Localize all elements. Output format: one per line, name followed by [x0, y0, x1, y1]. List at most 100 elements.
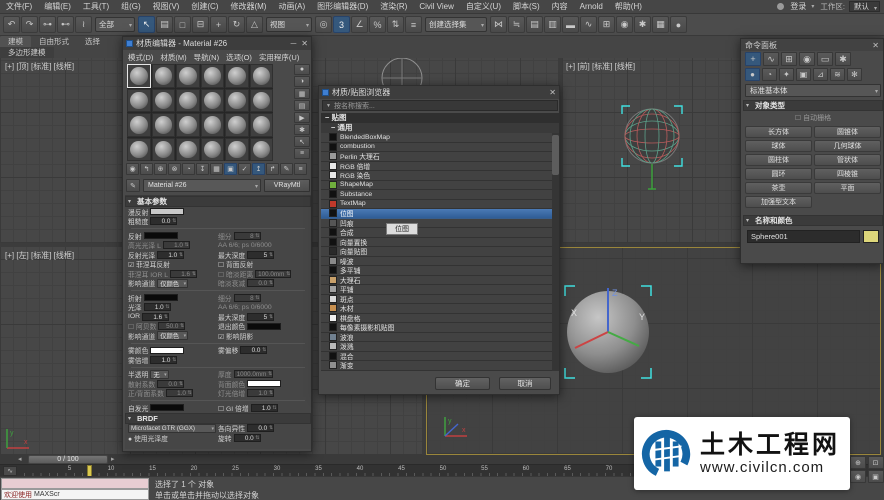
material-sample-slot[interactable]: [127, 64, 151, 88]
ribbon-tab[interactable]: 建模: [0, 36, 31, 47]
primitive-button[interactable]: 圆柱体: [745, 154, 812, 166]
spinner-field[interactable]: 1.6: [170, 270, 197, 278]
select-and-link-icon[interactable]: ⊶: [39, 16, 56, 33]
map-list-item[interactable]: ShapeMap: [321, 181, 552, 191]
material-editor-menu-item[interactable]: 材质(M): [160, 52, 186, 60]
sample-type-icon[interactable]: ●: [294, 64, 310, 75]
material-sample-slot[interactable]: [225, 113, 249, 137]
undo-icon[interactable]: ↶: [3, 16, 20, 33]
shapes-category-icon[interactable]: ◔: [762, 68, 777, 81]
primitive-button[interactable]: 加强型文本: [745, 196, 812, 208]
map-list-item[interactable]: 渐变坡度: [321, 371, 552, 372]
previous-frame-icon[interactable]: ◂: [18, 455, 22, 464]
dropdown[interactable]: 仅颜色: [157, 331, 188, 340]
rollout-name-color[interactable]: 名称和颜色: [743, 215, 883, 226]
geometry-category-icon[interactable]: ●: [745, 68, 760, 81]
show-map-in-viewport-icon[interactable]: ▣: [224, 163, 237, 175]
next-frame-icon[interactable]: ▸: [111, 455, 115, 464]
material-editor-menu-item[interactable]: 实用程序(U): [259, 52, 299, 60]
primitive-button[interactable]: 圆环: [745, 168, 812, 180]
map-list-item[interactable]: 大理石: [321, 276, 552, 286]
selection-filter-dropdown[interactable]: 全部: [95, 17, 135, 32]
menu-item[interactable]: 帮助(H): [609, 0, 648, 14]
spinner-field[interactable]: 1.0: [251, 404, 278, 412]
material-editor-menu-item[interactable]: 模式(D): [128, 52, 153, 60]
close-icon[interactable]: ✕: [301, 39, 308, 48]
pick-material-icon[interactable]: ✎: [280, 163, 293, 175]
map-list-item[interactable]: BlendedBoxMap: [321, 133, 552, 143]
material-sample-slot[interactable]: [176, 89, 200, 113]
material-sample-slot[interactable]: [250, 113, 274, 137]
viewport-left-label[interactable]: [+] [左] [标准] [线框]: [5, 250, 74, 261]
map-list-item[interactable]: 混合: [321, 352, 552, 362]
map-list-item[interactable]: 位图: [321, 209, 552, 219]
spinner-field[interactable]: 5: [247, 251, 274, 259]
menu-item[interactable]: 创建(C): [185, 0, 224, 14]
primitive-button[interactable]: 平面: [814, 182, 881, 194]
primitive-button[interactable]: 球体: [745, 140, 812, 152]
material-map-navigator-icon[interactable]: ≡: [294, 148, 310, 159]
select-object-icon[interactable]: ↖: [138, 16, 155, 33]
window-crossing-icon[interactable]: ⊟: [192, 16, 209, 33]
spinner-field[interactable]: 8: [234, 294, 261, 302]
material-editor-menu-item[interactable]: 选项(O): [226, 52, 252, 60]
spinner-field[interactable]: 0.0: [234, 434, 261, 442]
show-end-result-icon[interactable]: ✓: [238, 163, 251, 175]
material-sample-slot[interactable]: [201, 89, 225, 113]
menu-item[interactable]: 编辑(E): [38, 0, 77, 14]
spinner-field[interactable]: 0.0: [247, 424, 274, 432]
utilities-tab-icon[interactable]: ✱: [835, 52, 851, 66]
spinner-field[interactable]: 1.0: [247, 389, 274, 397]
scrollbar-thumb[interactable]: [552, 135, 559, 175]
mirror-icon[interactable]: ⋈: [490, 16, 507, 33]
material-editor-icon[interactable]: ◉: [616, 16, 633, 33]
material-sample-slot[interactable]: [225, 64, 249, 88]
select-by-material-icon[interactable]: ↖: [294, 136, 310, 147]
ribbon-subtab[interactable]: 多边形建模: [0, 47, 54, 58]
material-sample-slot[interactable]: [152, 138, 176, 162]
cancel-button[interactable]: 取消: [499, 377, 551, 390]
select-and-move-icon[interactable]: +: [210, 16, 227, 33]
spinner-field[interactable]: 1.6: [142, 313, 169, 321]
curve-editor-icon[interactable]: ∿: [580, 16, 597, 33]
primitive-button[interactable]: 长方体: [745, 126, 812, 138]
search-input[interactable]: ▼ 按名称搜索...: [322, 100, 558, 111]
orbit-icon[interactable]: ◉: [850, 470, 866, 483]
viewport-top-label[interactable]: [+] [顶] [标准] [线框]: [5, 61, 74, 72]
menu-item[interactable]: Civil View: [413, 0, 460, 14]
background-icon[interactable]: ▦: [294, 88, 310, 99]
material-sample-slot[interactable]: [152, 113, 176, 137]
menu-item[interactable]: 脚本(S): [507, 0, 546, 14]
spinner-field[interactable]: 0.0: [150, 217, 177, 225]
map-list-item[interactable]: Substance: [321, 190, 552, 200]
map-list-item[interactable]: TextMap: [321, 200, 552, 210]
named-selection-sets-dropdown[interactable]: 创建选择集: [425, 17, 487, 32]
put-to-library-icon[interactable]: ↧: [196, 163, 209, 175]
spinner-field[interactable]: 100.0mm: [255, 270, 291, 278]
maxscript-mini-listener[interactable]: 欢迎使用 MAXScr: [1, 489, 149, 500]
map-list-item[interactable]: 平铺: [321, 285, 552, 295]
color-swatch[interactable]: [247, 323, 281, 330]
menu-item[interactable]: 渲染(R): [374, 0, 413, 14]
spinner-field[interactable]: 50.0: [158, 322, 185, 330]
menu-item[interactable]: 内容: [546, 0, 574, 14]
reference-coordinate-dropdown[interactable]: 视图: [266, 17, 312, 32]
material-sample-slot[interactable]: [127, 89, 151, 113]
map-list-item[interactable]: 凹痕: [321, 219, 552, 229]
spinner-field[interactable]: 1.0: [144, 303, 171, 311]
menu-item[interactable]: 自定义(U): [460, 0, 507, 14]
material-name-dropdown[interactable]: Material #26: [143, 179, 261, 192]
primitive-button[interactable]: 几何球体: [814, 140, 881, 152]
workspace-dropdown[interactable]: 默认: [849, 1, 880, 12]
viewport-front-label[interactable]: [+] [前] [标准] [线框]: [566, 61, 635, 72]
bind-to-space-warp-icon[interactable]: ≀: [75, 16, 92, 33]
angle-snap-icon[interactable]: ∠: [351, 16, 368, 33]
material-id-channel-icon[interactable]: ▦: [210, 163, 223, 175]
spinner-field[interactable]: 5: [247, 313, 274, 321]
material-editor-titlebar[interactable]: 材质编辑器 - Material #26 ─ ✕: [123, 37, 311, 50]
go-forward-icon[interactable]: ↱: [266, 163, 279, 175]
mini-curve-editor-icon[interactable]: ∿: [3, 466, 17, 476]
sphere-front-view-selected[interactable]: [620, 104, 684, 194]
hierarchy-tab-icon[interactable]: ⊞: [781, 52, 797, 66]
display-tab-icon[interactable]: ▭: [817, 52, 833, 66]
